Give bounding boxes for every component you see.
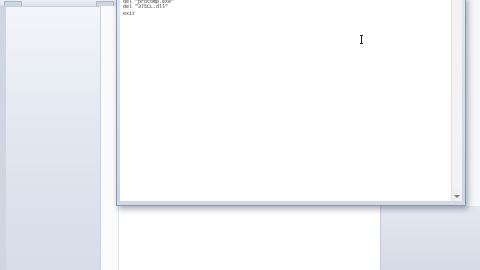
code-line: del "375CL.dll" — [123, 4, 169, 10]
right-side-pane — [380, 206, 480, 270]
window-frame-bottom[interactable] — [117, 201, 465, 205]
notepad-window[interactable]: del "procomp.exe" del "375CL.dll" exit — [116, 0, 466, 206]
scrollbar-track[interactable] — [453, 1, 461, 189]
notepad-text-area[interactable]: del "procomp.exe" del "375CL.dll" exit — [120, 0, 452, 201]
toolbar-tab[interactable] — [4, 1, 22, 6]
left-navigation-pane — [0, 0, 101, 270]
vertical-scrollbar[interactable] — [451, 0, 462, 201]
text-cursor-icon — [360, 35, 364, 44]
window-frame-right[interactable] — [462, 0, 465, 205]
scroll-down-arrow-icon[interactable] — [454, 195, 460, 198]
code-line: exit — [123, 11, 136, 17]
left-pane-edge — [0, 0, 6, 270]
cursor-stem — [361, 36, 362, 43]
cursor-cap-bottom — [360, 43, 363, 44]
